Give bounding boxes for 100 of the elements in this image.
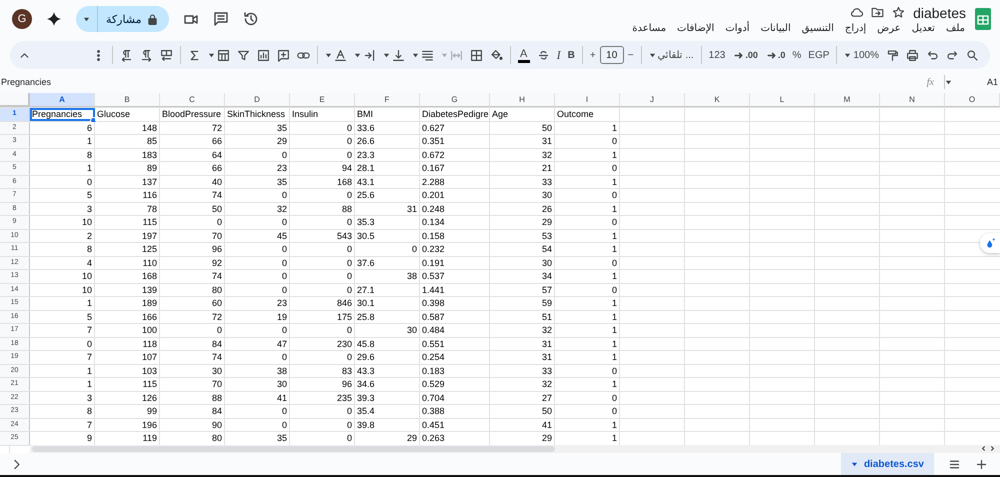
table-cell: 1.441 (420, 284, 490, 296)
document-title[interactable]: diabetes (913, 4, 966, 20)
name-box[interactable]: A1 (970, 77, 1000, 87)
column-header[interactable]: E (290, 93, 355, 107)
table-cell: 0.183 (420, 364, 490, 377)
table-cell: 0.451 (420, 418, 490, 431)
column-header[interactable]: K (685, 93, 750, 107)
column-header[interactable]: M (815, 93, 880, 107)
column-header[interactable]: G (420, 93, 490, 107)
menu-item[interactable]: البيانات (760, 22, 792, 34)
table-cell: 0.388 (420, 405, 490, 418)
table-cell: 148 (95, 122, 160, 134)
align-bottom-icon (392, 48, 405, 62)
table-cell: 27.1 (355, 284, 420, 296)
chart-icon (256, 48, 270, 62)
table-cell: 25.8 (355, 310, 420, 323)
horizontal-scrollbar[interactable] (30, 445, 1000, 453)
menu-item[interactable]: ملف (944, 22, 966, 34)
column-header[interactable]: L (750, 93, 815, 107)
table-cell: 0.134 (420, 216, 490, 228)
sheets-logo[interactable] (974, 7, 992, 31)
table-cell: 35.3 (355, 216, 420, 228)
table-cell: Insulin (290, 108, 355, 120)
menu-item[interactable]: عرض (876, 22, 902, 34)
table-cell: 29.6 (355, 351, 420, 364)
font-size-field[interactable]: 10 (600, 46, 624, 64)
table-cell: 34.6 (355, 378, 420, 390)
bold-button[interactable]: B (564, 44, 578, 66)
table-cell: BMI (355, 108, 420, 120)
merge-icon (450, 48, 463, 62)
sparkle-icon[interactable] (46, 11, 62, 27)
corner-cell[interactable] (0, 93, 30, 107)
side-panel-tab[interactable] (980, 233, 1000, 253)
add-comment-icon (276, 48, 290, 62)
table-cell: Age (490, 108, 555, 120)
add-sheet-button[interactable] (975, 458, 988, 470)
all-sheets-button[interactable] (948, 458, 961, 470)
comment-icon[interactable] (212, 11, 229, 27)
table-cell: SkinThickness (225, 108, 290, 120)
column-header[interactable]: O (945, 93, 1000, 107)
table-cell: Outcome (555, 108, 620, 120)
table-cell: 0.158 (420, 230, 490, 242)
column-header[interactable]: J (620, 93, 685, 107)
italic-button[interactable]: I (554, 44, 564, 66)
table-cell: 37.6 (355, 256, 420, 269)
scrollbar-thumb[interactable] (32, 446, 555, 452)
menu-item[interactable]: مساعدة (631, 22, 668, 34)
menu-item[interactable]: إدراج (844, 22, 868, 34)
column-header[interactable]: B (95, 93, 160, 107)
scroll-right-icon[interactable] (989, 445, 996, 452)
column-header[interactable]: F (355, 93, 420, 107)
table-cell: 35.4 (355, 405, 420, 418)
table-cell: 30.5 (355, 230, 420, 242)
decimal-button[interactable]: .00 (729, 44, 761, 66)
menu-item[interactable]: تعديل (910, 22, 936, 34)
text-color-button[interactable]: A (514, 44, 533, 66)
scroll-left-icon[interactable] (980, 445, 987, 452)
table-cell: 33.6 (355, 122, 420, 134)
decimal-button[interactable]: .0 (762, 44, 788, 66)
toolbar-button[interactable]: + (586, 44, 599, 66)
table-cell: 0.263 (420, 432, 490, 444)
cloud-icon[interactable] (850, 6, 864, 19)
caret-icon (83, 16, 90, 22)
sheet-tab[interactable]: diabetes.csv (840, 453, 934, 475)
table-cell: 0.529 (420, 378, 490, 390)
table-cell: 0.248 (420, 202, 490, 215)
paragraph-right-icon (140, 48, 153, 62)
strikethrough-icon (536, 48, 550, 62)
dropdown[interactable]: تلقائي ... (646, 44, 697, 66)
table-cell[interactable]: Pregnancies (30, 108, 95, 120)
column-header[interactable]: I (555, 93, 620, 107)
text-rotation-icon (334, 48, 347, 62)
folder-icon[interactable] (871, 6, 884, 19)
column-header[interactable]: N (880, 93, 945, 107)
account-avatar[interactable]: G (12, 9, 32, 29)
toolbar-button[interactable]: % (789, 44, 804, 66)
table-cell: 25.6 (355, 189, 420, 202)
dropdown[interactable]: 100% (841, 44, 882, 66)
toolbar-button[interactable]: − (624, 44, 637, 66)
table-cell: 0.587 (420, 310, 490, 323)
menu-item[interactable]: التنسيق (800, 22, 835, 34)
column-header[interactable]: D (225, 93, 290, 107)
table-cell: 0.627 (420, 122, 490, 134)
formula-content[interactable]: Pregnancies (0, 77, 917, 87)
table-cell: Glucose (95, 108, 160, 120)
toolbar-button[interactable]: EGP (805, 44, 832, 66)
table-cell: 0.484 (420, 324, 490, 336)
fill-bucket-icon (490, 48, 503, 62)
share-button[interactable]: مشاركة (98, 6, 169, 32)
caret-icon (844, 52, 852, 58)
toolbar-button[interactable]: 123 (706, 44, 728, 66)
menu-item[interactable]: الإضافات (676, 22, 716, 34)
history-icon[interactable] (242, 11, 259, 27)
menu-item[interactable]: أدوات (724, 22, 751, 34)
table-cell: 0.191 (420, 256, 490, 269)
column-header[interactable]: A (30, 93, 95, 107)
column-header[interactable]: C (160, 93, 225, 107)
star-icon[interactable] (892, 6, 906, 19)
column-header[interactable]: H (490, 93, 555, 107)
name-box-caret-icon (945, 78, 952, 86)
